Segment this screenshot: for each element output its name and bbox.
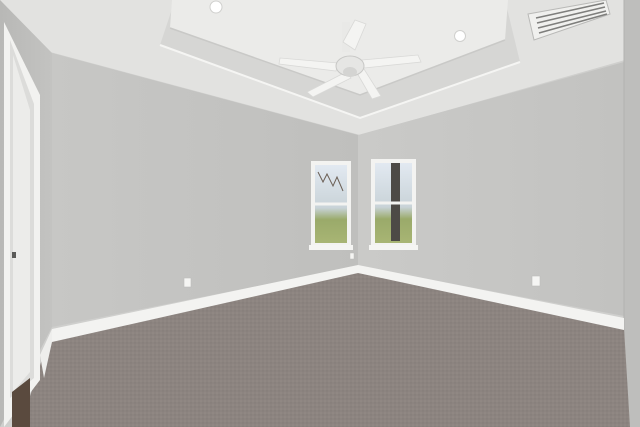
room-illustration [0, 0, 640, 427]
window-icon[interactable] [369, 159, 418, 250]
outlet-icon [183, 277, 192, 288]
door-hinge [12, 252, 16, 258]
room-photo [0, 0, 640, 427]
outlet-icon [349, 252, 355, 260]
far-right-wall [624, 0, 640, 427]
recessed-light-icon [454, 30, 466, 42]
recessed-light-icon [209, 0, 223, 14]
outlet-icon [531, 275, 541, 287]
window-icon[interactable] [309, 161, 353, 250]
